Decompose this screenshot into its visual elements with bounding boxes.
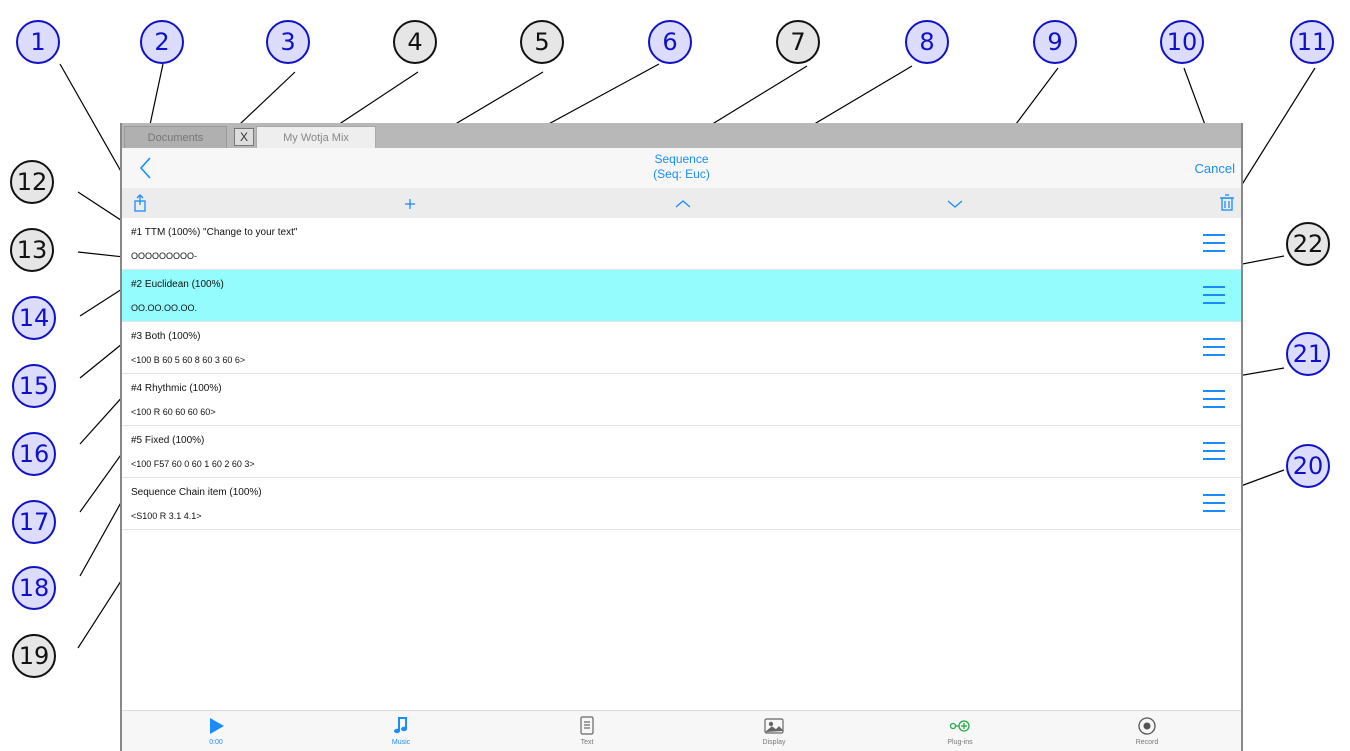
callout-7: 7 bbox=[776, 20, 820, 64]
list-item[interactable]: #4 Rhythmic (100%) <100 R 60 60 60 60> bbox=[122, 374, 1241, 426]
drag-handle-icon[interactable] bbox=[1203, 338, 1225, 356]
close-tab-button[interactable]: X bbox=[234, 128, 254, 146]
music-note-icon bbox=[341, 715, 461, 737]
list-item[interactable]: #1 TTM (100%) "Change to your text" OOOO… bbox=[122, 218, 1241, 270]
image-icon bbox=[714, 715, 834, 737]
item-pattern: <100 B 60 5 60 8 60 3 60 6> bbox=[131, 355, 246, 365]
callout-17: 17 bbox=[12, 500, 56, 544]
callout-6: 6 bbox=[648, 20, 692, 64]
item-pattern: OO.OO.OO.OO. bbox=[131, 303, 198, 313]
callout-13: 13 bbox=[10, 228, 54, 272]
callout-16: 16 bbox=[12, 432, 56, 476]
item-pattern: <100 F57 60 0 60 1 60 2 60 3> bbox=[131, 459, 255, 469]
callout-9: 9 bbox=[1033, 20, 1077, 64]
plugin-icon bbox=[900, 715, 1020, 737]
tab-label: Music bbox=[391, 739, 411, 746]
item-pattern: <100 R 60 60 60 60> bbox=[131, 407, 216, 417]
app-screen: Documents X My Wotja Mix Sequence (Seq: … bbox=[120, 123, 1243, 751]
callout-3: 3 bbox=[266, 20, 310, 64]
title-line-1: Sequence bbox=[654, 152, 709, 166]
drag-handle-icon[interactable] bbox=[1203, 234, 1225, 252]
move-down-chevron-icon[interactable] bbox=[945, 193, 965, 213]
bottom-tab-bar: 0:00 Music Text Display Plug-ins Record bbox=[122, 710, 1241, 751]
navigation-bar: Sequence (Seq: Euc) Cancel bbox=[122, 148, 1241, 188]
add-plus-icon[interactable] bbox=[400, 193, 420, 213]
callout-20: 20 bbox=[1286, 444, 1330, 488]
list-item-selected[interactable]: #2 Euclidean (100%) OO.OO.OO.OO. bbox=[122, 270, 1241, 322]
callout-4: 4 bbox=[393, 20, 437, 64]
item-title: #1 TTM (100%) "Change to your text" bbox=[131, 227, 298, 238]
callout-11: 11 bbox=[1290, 20, 1334, 64]
move-up-chevron-icon[interactable] bbox=[673, 193, 693, 213]
drag-handle-icon[interactable] bbox=[1203, 286, 1225, 304]
tab-display[interactable]: Display bbox=[714, 715, 834, 746]
item-title: #3 Both (100%) bbox=[131, 331, 201, 342]
list-item[interactable]: #5 Fixed (100%) <100 F57 60 0 60 1 60 2 … bbox=[122, 426, 1241, 478]
edit-toolbar bbox=[122, 188, 1241, 218]
drag-handle-icon[interactable] bbox=[1203, 494, 1225, 512]
document-tab-bar: Documents X My Wotja Mix bbox=[122, 123, 1241, 148]
callout-22: 22 bbox=[1286, 222, 1330, 266]
trash-icon[interactable] bbox=[1217, 193, 1237, 213]
record-icon bbox=[1087, 715, 1207, 737]
play-icon bbox=[156, 715, 276, 737]
sequence-list: #1 TTM (100%) "Change to your text" OOOO… bbox=[122, 218, 1241, 530]
callout-8: 8 bbox=[905, 20, 949, 64]
callout-14: 14 bbox=[12, 296, 56, 340]
tab-label: Text bbox=[580, 739, 594, 746]
list-item[interactable]: #3 Both (100%) <100 B 60 5 60 8 60 3 60 … bbox=[122, 322, 1241, 374]
item-title: Sequence Chain item (100%) bbox=[131, 487, 262, 498]
tab-label: Display bbox=[762, 739, 786, 746]
item-pattern: <S100 R 3.1 4.1> bbox=[131, 511, 202, 521]
callout-18: 18 bbox=[12, 566, 56, 610]
callout-21: 21 bbox=[1286, 332, 1330, 376]
text-document-icon bbox=[527, 715, 647, 737]
title-line-2: (Seq: Euc) bbox=[653, 167, 710, 181]
tab-play[interactable]: 0:00 bbox=[156, 715, 276, 746]
item-title: #5 Fixed (100%) bbox=[131, 435, 205, 446]
tab-label: 0:00 bbox=[209, 739, 223, 746]
tab-record[interactable]: Record bbox=[1087, 715, 1207, 746]
cancel-button[interactable]: Cancel bbox=[1195, 161, 1235, 176]
tab-music[interactable]: Music bbox=[341, 715, 461, 746]
drag-handle-icon[interactable] bbox=[1203, 442, 1225, 460]
drag-handle-icon[interactable] bbox=[1203, 390, 1225, 408]
callout-2: 2 bbox=[140, 20, 184, 64]
share-icon[interactable] bbox=[130, 193, 150, 213]
callout-12: 12 bbox=[10, 160, 54, 204]
callout-15: 15 bbox=[12, 364, 56, 408]
item-pattern: OOOOOOOOO- bbox=[131, 251, 198, 261]
tab-label: Record bbox=[1135, 739, 1159, 746]
callout-5: 5 bbox=[520, 20, 564, 64]
item-title: #4 Rhythmic (100%) bbox=[131, 383, 222, 394]
tab-my-wotja-mix[interactable]: My Wotja Mix bbox=[256, 126, 376, 148]
list-item[interactable]: Sequence Chain item (100%) <S100 R 3.1 4… bbox=[122, 478, 1241, 530]
page-title: Sequence (Seq: Euc) bbox=[122, 152, 1241, 182]
tab-label: Plug-ins bbox=[947, 739, 973, 746]
item-title: #2 Euclidean (100%) bbox=[131, 279, 224, 290]
callout-19: 19 bbox=[12, 634, 56, 678]
callout-10: 10 bbox=[1160, 20, 1204, 64]
callout-1: 1 bbox=[16, 20, 60, 64]
tab-plug-ins[interactable]: Plug-ins bbox=[900, 715, 1020, 746]
tab-text[interactable]: Text bbox=[527, 715, 647, 746]
tab-documents[interactable]: Documents bbox=[124, 126, 227, 148]
